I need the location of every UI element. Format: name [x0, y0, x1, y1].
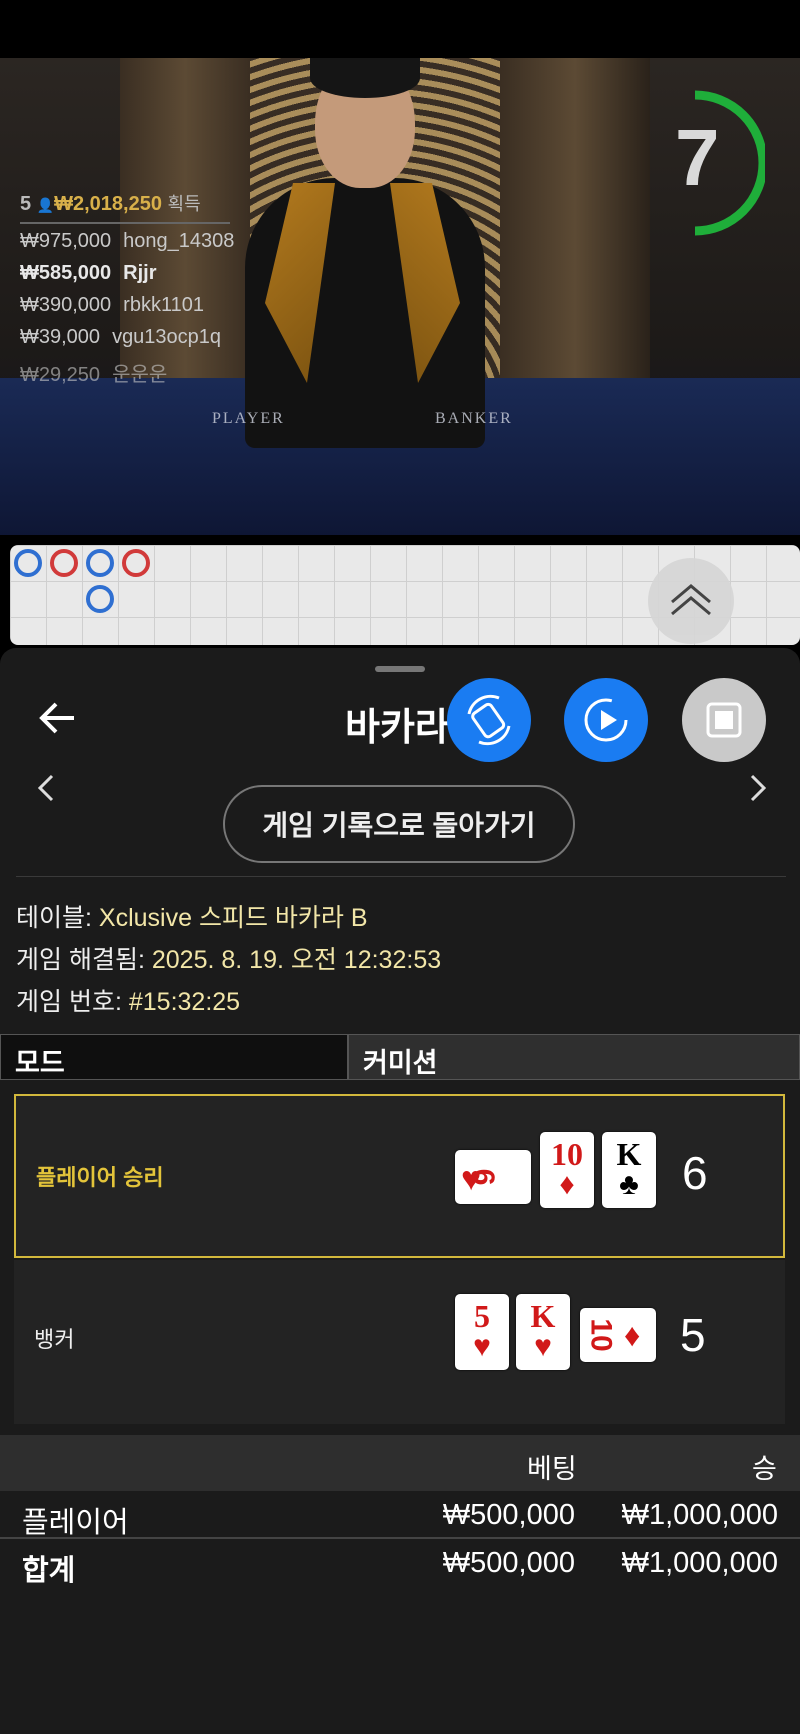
heart-suit-icon: ♥ — [534, 1330, 552, 1363]
playing-card: K ♣ — [602, 1132, 656, 1208]
winner-amount: ₩29,250 — [20, 364, 101, 386]
game-number-label: 게임 번호: — [16, 988, 122, 1016]
playing-card: 10 ♦ — [580, 1308, 656, 1362]
winners-list: 5 👤₩2,018,250 획득 ₩975,000 hong_14308 ₩585… — [20, 190, 234, 386]
playing-card: 9 ♥ — [455, 1150, 531, 1204]
winner-amount: ₩975,000 — [20, 230, 112, 252]
chevron-right-icon — [750, 774, 767, 802]
total-bet: ₩500,000 — [442, 1547, 575, 1579]
header-bet: 베팅 — [527, 1454, 577, 1484]
winners-summary: 5 👤₩2,018,250 획득 — [20, 190, 230, 224]
card-rank: K — [530, 1298, 556, 1334]
resolved-value: 2025. 8. 19. 오전 12:32:53 — [151, 946, 442, 974]
mode-tabs: 모드 커미션 — [0, 1034, 800, 1080]
prev-game-button[interactable] — [32, 768, 62, 808]
player-outcome: 플레이어 승리 9 ♥ 10 ♦ K ♣ 6 — [14, 1094, 785, 1258]
total-won: ₩2,018,250 — [54, 193, 162, 215]
table-label-banker: BANKER — [435, 410, 513, 427]
road-bead-player — [14, 549, 42, 577]
playing-card: 10 ♦ — [540, 1132, 594, 1208]
back-to-history-button[interactable]: 게임 기록으로 돌아가기 — [223, 785, 575, 863]
header-win: 승 — [752, 1454, 777, 1484]
card-rank: 5 — [474, 1298, 490, 1334]
bets-table-header: 베팅 승 — [0, 1435, 800, 1491]
divider — [16, 876, 786, 877]
card-rank: 10 — [584, 1318, 618, 1352]
double-chevron-up-icon — [671, 584, 711, 616]
winner-row: ₩390,000 rbkk1101 — [20, 294, 234, 320]
curtain-right — [500, 58, 650, 418]
arrow-left-icon — [39, 702, 74, 734]
replay-button[interactable] — [564, 678, 648, 762]
diamond-suit-icon: ♦ — [624, 1317, 641, 1353]
playing-card: K ♥ — [516, 1294, 570, 1370]
stop-icon — [706, 702, 742, 738]
outcome-label: 뱅커 — [34, 1327, 75, 1352]
bets-table: 베팅 승 플레이어 ₩500,000 ₩1,000,000 합계 ₩500,00… — [0, 1435, 800, 1587]
sheet-grabber[interactable] — [375, 666, 425, 672]
total-label: 합계 — [22, 1555, 76, 1587]
winner-row: ₩29,250 운운운 — [20, 358, 234, 386]
rotate-screen-icon — [467, 694, 511, 746]
winner-amount: ₩390,000 — [20, 294, 112, 316]
won-word: 획득 — [167, 194, 201, 214]
table-info-label: 테이블: — [16, 904, 92, 932]
game-number-info: 게임 번호: #15:32:25 — [16, 982, 240, 1018]
table-info: 테이블: Xclusive 스피드 바카라 B — [16, 898, 368, 934]
swap-video-button[interactable] — [447, 678, 531, 762]
outcome-label: 플레이어 승리 — [36, 1165, 164, 1190]
winner-row: ₩585,000 Rjjr — [20, 262, 234, 288]
road-bead-banker — [50, 549, 78, 577]
heart-suit-icon: ♥ — [473, 1330, 491, 1363]
winner-name: Rjjr — [123, 262, 157, 284]
club-suit-icon: ♣ — [619, 1168, 639, 1201]
winner-amount: ₩39,000 — [20, 326, 101, 348]
card-rank: K — [616, 1136, 642, 1172]
expand-button[interactable] — [648, 558, 734, 644]
table-row: 플레이어 ₩500,000 ₩1,000,000 — [0, 1491, 800, 1539]
winner-row: ₩39,000 vgu13ocp1q — [20, 326, 234, 352]
tab-commission[interactable]: 커미션 — [348, 1034, 800, 1080]
player-total: 6 — [682, 1147, 708, 1199]
tab-mode[interactable]: 모드 — [0, 1034, 348, 1080]
table-info-value: Xclusive 스피드 바카라 B — [98, 904, 368, 932]
resolved-label: 게임 해결됨: — [16, 946, 145, 974]
playing-card: 5 ♥ — [455, 1294, 509, 1370]
winner-name: 운운운 — [112, 364, 168, 386]
game-number-value: #15:32:25 — [128, 988, 241, 1016]
bet-name: 플레이어 — [22, 1507, 129, 1539]
player-count: 5 — [20, 193, 32, 215]
bet-amount: ₩500,000 — [442, 1499, 575, 1531]
stop-button[interactable] — [682, 678, 766, 762]
back-button[interactable] — [38, 698, 78, 738]
winner-row: ₩975,000 hong_14308 — [20, 230, 234, 256]
table-row-total: 합계 ₩500,000 ₩1,000,000 — [0, 1539, 800, 1587]
winner-amount: ₩585,000 — [20, 262, 112, 284]
card-rank: 10 — [551, 1136, 583, 1172]
road-bead-player — [86, 549, 114, 577]
dealer-hair — [310, 58, 420, 98]
winner-name: rbkk1101 — [123, 294, 204, 316]
winner-name: vgu13ocp1q — [112, 326, 222, 348]
timer-value: 7 — [675, 113, 720, 202]
diamond-suit-icon: ♦ — [559, 1168, 575, 1201]
game-history-sheet: 바카라 게임 기록으로 돌아가기 테이블: Xclusive 스피드 바카라 B… — [0, 648, 800, 1734]
countdown-timer: 7 — [665, 90, 765, 236]
person-icon: 👤 — [36, 197, 55, 213]
road-bead-banker — [122, 549, 150, 577]
total-win: ₩1,000,000 — [621, 1547, 778, 1579]
next-game-button[interactable] — [742, 768, 772, 808]
banker-total: 5 — [680, 1309, 706, 1361]
chevron-left-icon — [37, 774, 54, 802]
resolved-info: 게임 해결됨: 2025. 8. 19. 오전 12:32:53 — [16, 940, 441, 976]
replay-icon — [584, 698, 628, 742]
page-title: 바카라 — [345, 707, 450, 749]
road-bead-player — [86, 585, 114, 613]
table-label-player: PLAYER — [212, 410, 285, 427]
heart-suit-icon: ♥ — [461, 1160, 482, 1198]
win-amount: ₩1,000,000 — [621, 1499, 778, 1531]
banker-outcome: 뱅커 5 ♥ K ♥ 10 ♦ 5 — [14, 1260, 785, 1424]
winner-name: hong_14308 — [123, 230, 235, 252]
